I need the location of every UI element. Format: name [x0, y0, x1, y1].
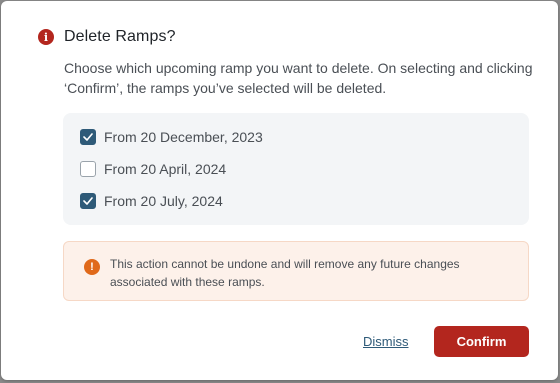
- ramp-option-1[interactable]: From 20 December, 2023: [80, 129, 263, 145]
- dismiss-button[interactable]: Dismiss: [363, 334, 409, 349]
- confirm-button[interactable]: Confirm: [434, 326, 529, 357]
- dialog-title: Delete Ramps?: [64, 28, 176, 45]
- ramp-option-2[interactable]: From 20 April, 2024: [80, 161, 226, 177]
- warning-text: This action cannot be undone and will re…: [110, 257, 460, 289]
- ramp-option-label: From 20 December, 2023: [104, 129, 263, 145]
- info-icon: i: [38, 29, 54, 45]
- ramp-option-label: From 20 April, 2024: [104, 161, 227, 177]
- checkbox-unchecked-icon[interactable]: [80, 161, 96, 177]
- warning-banner: ! This action cannot be undone and will …: [63, 241, 529, 301]
- alert-icon: !: [84, 259, 100, 275]
- dialog-description: Choose which upcoming ramp you want to d…: [64, 60, 533, 96]
- checkbox-checked-icon[interactable]: [80, 193, 96, 209]
- ramp-option-label: From 20 July, 2024: [104, 193, 223, 209]
- delete-ramps-dialog: i Delete Ramps? Choose which upcoming ra…: [1, 1, 558, 380]
- dialog-header: i Delete Ramps?: [38, 28, 176, 46]
- ramp-options-list: From 20 December, 2023 From 20 April, 20…: [63, 113, 529, 225]
- ramp-option-3[interactable]: From 20 July, 2024: [80, 193, 223, 209]
- checkbox-checked-icon[interactable]: [80, 129, 96, 145]
